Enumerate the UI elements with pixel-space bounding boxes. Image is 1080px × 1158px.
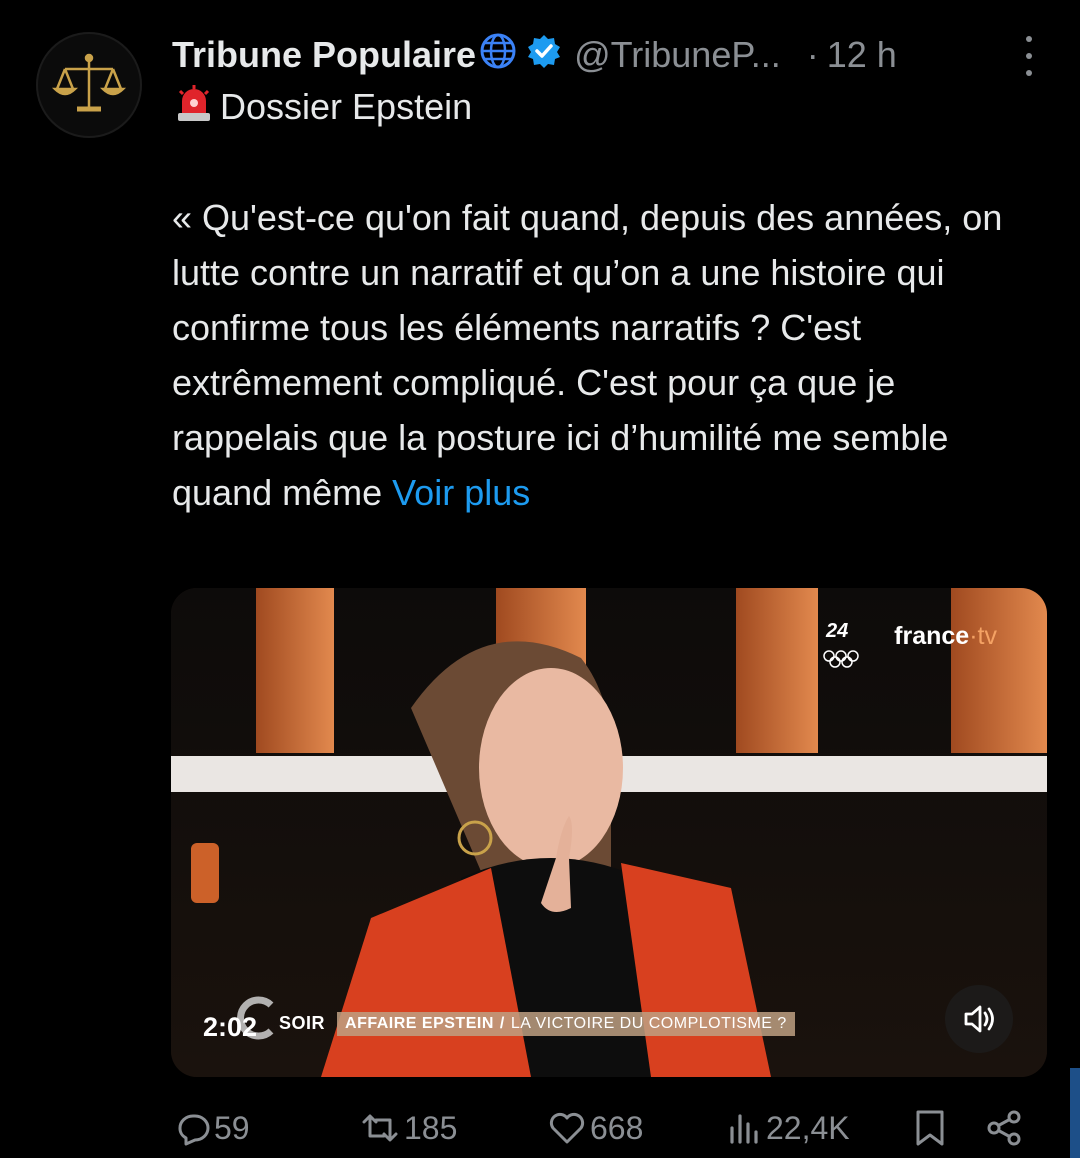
video-frame [171,588,1047,1077]
bookmark-button[interactable] [912,1108,950,1148]
heart-icon [549,1112,585,1144]
speaker-icon [964,1005,994,1033]
see-more-link[interactable]: Voir plus [392,472,530,513]
post-headline: Dossier Epstein [172,84,472,130]
ticker-topic: AFFAIRE EPSTEIN [345,1014,494,1032]
repost-button[interactable]: 185 [358,1108,457,1148]
video-duration: 2:02 [203,1012,258,1042]
video-player[interactable]: 24 france·tv 2:02 SOIR AFFAIRE EPSTEIN /… [171,588,1047,1077]
reply-icon [178,1114,210,1146]
reply-button[interactable]: 59 [172,1108,250,1148]
reply-count: 59 [214,1109,250,1146]
verified-badge-icon [526,33,562,78]
ticker-box: AFFAIRE EPSTEIN / LA VICTOIRE DU COMPLOT… [337,1011,795,1036]
views-button[interactable]: 22,4K [724,1108,850,1148]
siren-icon [172,81,216,134]
ticker-show: SOIR [279,1013,326,1033]
action-bar: 59 185 668 22,4K [172,1100,1030,1156]
scales-of-justice-icon [51,53,127,112]
repost-icon [362,1114,398,1142]
post-body-text: « Qu'est-ce qu'on fait quand, depuis des… [172,197,1003,513]
globe-icon [478,31,518,80]
separator-dot: · [806,34,819,75]
author-avatar[interactable] [36,32,142,138]
views-chart-icon [730,1114,758,1144]
bookmark-icon [916,1110,944,1146]
channel-logo-text: france [894,622,970,650]
mute-toggle-button[interactable] [945,985,1013,1053]
like-button[interactable]: 668 [546,1108,643,1148]
channel-logo-suffix: ·tv [969,622,997,650]
scrollbar[interactable] [1070,1068,1080,1158]
share-button[interactable] [984,1108,1026,1148]
news-ticker: SOIR AFFAIRE EPSTEIN / LA VICTOIRE DU CO… [279,1011,795,1036]
author-name[interactable]: Tribune Populaire [172,34,476,76]
post-body: « Qu'est-ce qu'on fait quand, depuis des… [172,190,1032,520]
olympic-text: 24 [826,620,849,642]
views-count: 22,4K [766,1109,850,1146]
ticker-subtitle: LA VICTOIRE DU COMPLOTISME ? [510,1014,787,1032]
share-icon [987,1110,1021,1146]
channel-logo: france·tv [894,622,997,651]
more-options-icon[interactable] [1018,36,1040,76]
ticker-slash: / [499,1014,505,1032]
like-count: 668 [590,1109,644,1146]
headline-text: Dossier Epstein [220,86,473,127]
post-time[interactable]: 12 h [827,34,897,76]
repost-count: 185 [404,1109,458,1146]
author-handle[interactable]: @TribuneP... [574,34,781,76]
post-header: Tribune Populaire @TribuneP... · 12 h [172,30,1050,80]
